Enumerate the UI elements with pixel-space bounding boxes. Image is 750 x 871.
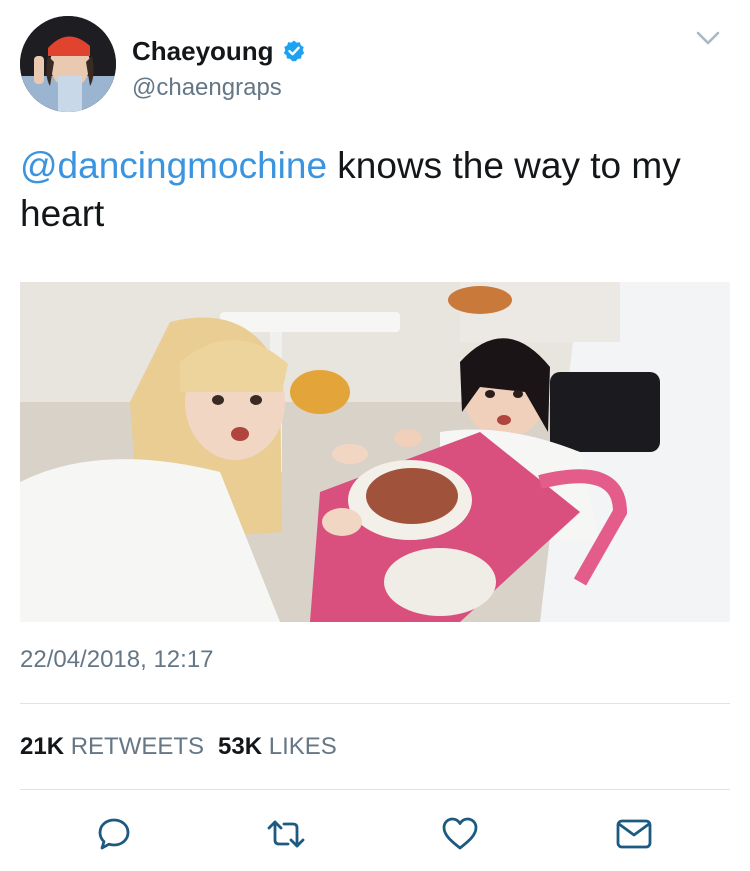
tweet-text: @dancingmochine knows the way to my hear… xyxy=(20,142,720,238)
display-name[interactable]: Chaeyoung xyxy=(132,36,274,67)
tweet-header: Chaeyoung @chaengraps xyxy=(20,16,730,116)
mention-link[interactable]: @dancingmochine xyxy=(20,145,327,186)
retweets-stat[interactable]: 21K RETWEETS xyxy=(20,733,204,761)
likes-label: LIKES xyxy=(268,733,337,760)
author-info: Chaeyoung @chaengraps xyxy=(132,34,306,102)
likes-stat[interactable]: 53K LIKES xyxy=(218,733,337,761)
heart-icon[interactable] xyxy=(438,812,482,856)
tweet-timestamp[interactable]: 22/04/2018, 12:17 xyxy=(20,646,214,674)
display-name-row: Chaeyoung xyxy=(132,34,306,68)
divider xyxy=(20,789,730,790)
tweet-stats: 21K RETWEETS 53K LIKES xyxy=(20,733,337,761)
retweet-icon[interactable] xyxy=(264,812,308,856)
tweet-photo[interactable] xyxy=(20,282,730,622)
verified-badge-icon xyxy=(282,39,306,63)
likes-count: 53K xyxy=(218,733,263,760)
reply-icon[interactable] xyxy=(92,812,136,856)
chevron-down-icon[interactable] xyxy=(694,24,722,52)
retweets-label: RETWEETS xyxy=(70,733,205,760)
envelope-icon[interactable] xyxy=(612,812,656,856)
retweets-count: 21K xyxy=(20,733,65,760)
author-handle[interactable]: @chaengraps xyxy=(132,74,306,102)
action-bar xyxy=(0,812,750,856)
avatar[interactable] xyxy=(20,16,116,112)
divider xyxy=(20,703,730,704)
